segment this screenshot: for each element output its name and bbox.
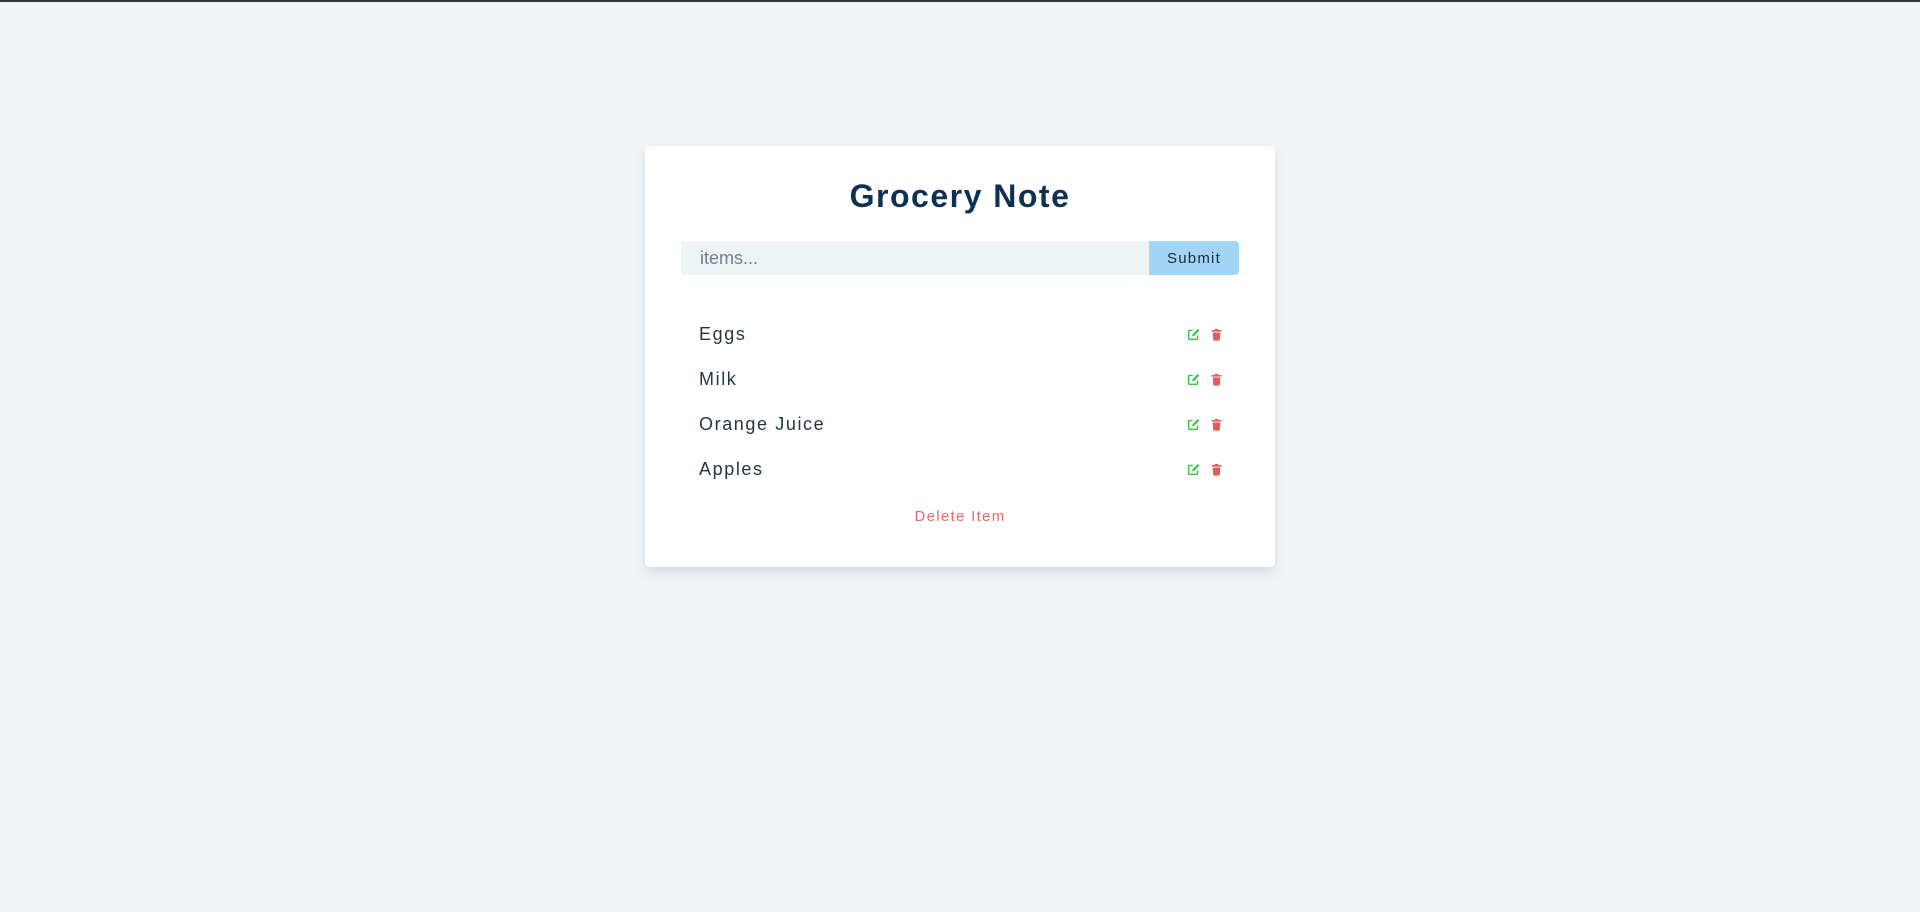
add-item-form: Submit (681, 241, 1239, 275)
item-name: Orange Juice (699, 414, 826, 434)
item-name: Apples (699, 459, 764, 479)
submit-button[interactable]: Submit (1149, 241, 1239, 275)
edit-icon[interactable] (1187, 373, 1200, 386)
grocery-list: Eggs Milk Orange Juice Apples (699, 312, 1223, 492)
item-input[interactable] (681, 241, 1149, 275)
trash-icon[interactable] (1210, 418, 1223, 431)
item-name: Milk (699, 369, 738, 389)
edit-icon[interactable] (1187, 463, 1200, 476)
list-item: Milk (699, 357, 1223, 402)
item-actions (1187, 328, 1223, 341)
item-name: Eggs (699, 324, 747, 344)
list-item: Eggs (699, 312, 1223, 357)
trash-icon[interactable] (1210, 328, 1223, 341)
list-item: Orange Juice (699, 402, 1223, 447)
trash-icon[interactable] (1210, 373, 1223, 386)
page-title: Grocery Note (849, 178, 1071, 214)
delete-item-button[interactable]: Delete Item (645, 508, 1275, 525)
list-item: Apples (699, 447, 1223, 492)
grocery-card: Grocery Note Submit Eggs Milk (645, 146, 1275, 567)
edit-icon[interactable] (1187, 328, 1200, 341)
edit-icon[interactable] (1187, 418, 1200, 431)
item-actions (1187, 418, 1223, 431)
trash-icon[interactable] (1210, 463, 1223, 476)
item-actions (1187, 373, 1223, 386)
item-actions (1187, 463, 1223, 476)
window-top-border (0, 0, 1920, 2)
